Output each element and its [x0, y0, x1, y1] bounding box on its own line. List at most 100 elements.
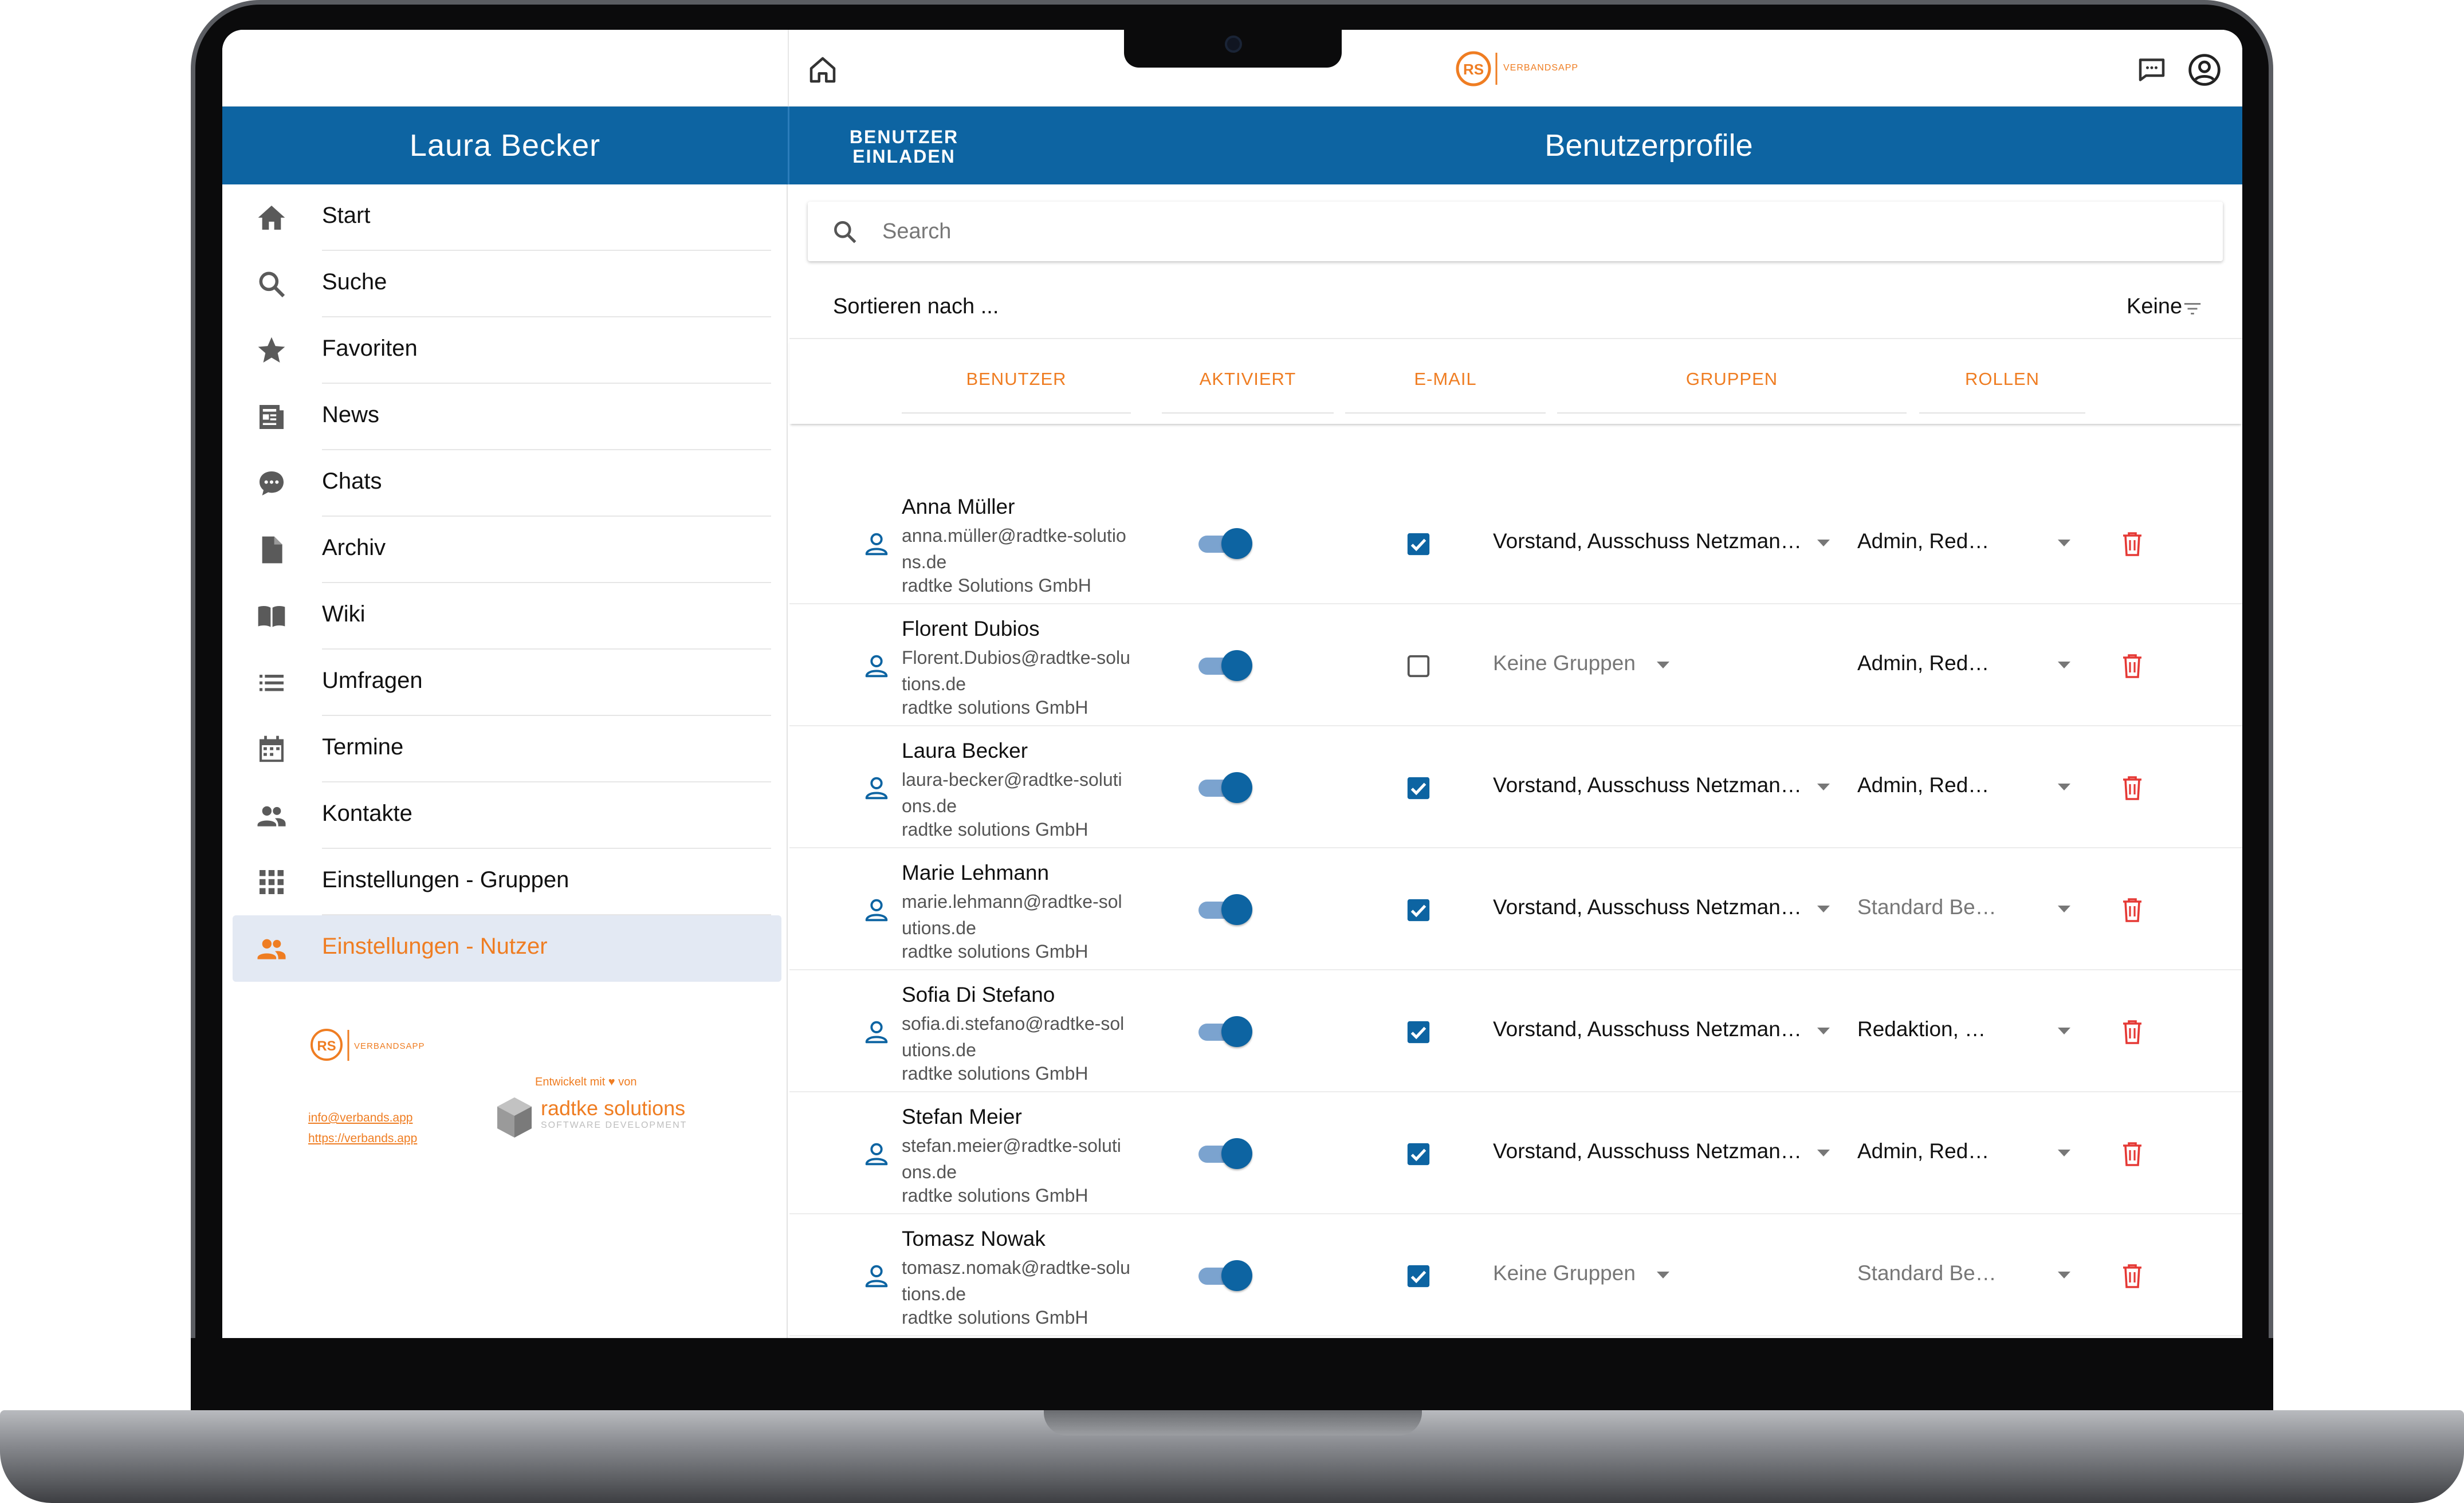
delete-icon[interactable]	[2120, 529, 2145, 558]
radtke-company-subtitle: SOFTWARE DEVELOPMENT	[541, 1120, 687, 1130]
dropdown-arrow-icon[interactable]	[2057, 660, 2072, 670]
groups-select[interactable]: Vorstand, Ausschuss Netzman…	[1493, 773, 1802, 797]
sidebar-item-start[interactable]: Start	[233, 184, 781, 251]
screen: RS VERBANDSAPP Laura Becker BENUTZER EIN…	[222, 30, 2242, 1338]
groups-select[interactable]: Vorstand, Ausschuss Netzman…	[1493, 895, 1802, 919]
roles-select[interactable]: Admin, Red…	[1857, 1139, 1989, 1163]
dropdown-arrow-icon[interactable]	[2057, 1148, 2072, 1158]
user-outline-icon	[865, 777, 888, 800]
sidebar-item-umfragen[interactable]: Umfragen	[233, 650, 781, 716]
user-company: radtke solutions GmbH	[902, 1307, 1088, 1328]
search-icon	[259, 272, 285, 298]
email-checkbox-unchecked[interactable]	[1405, 653, 1432, 679]
activated-toggle[interactable]	[1198, 528, 1252, 559]
account-button[interactable]	[2186, 52, 2223, 88]
delete-icon[interactable]	[2120, 895, 2145, 924]
groups-select[interactable]: Vorstand, Ausschuss Netzman…	[1493, 1017, 1802, 1041]
sidebar-item-favoriten[interactable]: Favoriten	[233, 317, 781, 384]
roles-select[interactable]: Admin, Red…	[1857, 773, 1989, 797]
groups-select[interactable]: Keine Gruppen	[1493, 651, 1636, 675]
dropdown-arrow-icon[interactable]	[1816, 1148, 1831, 1158]
sidebar-item-einstellungen-gruppen[interactable]: Einstellungen - Gruppen	[233, 849, 781, 915]
delete-icon[interactable]	[2120, 773, 2145, 802]
users-icon	[257, 939, 286, 959]
dropdown-arrow-icon[interactable]	[1816, 538, 1831, 548]
column-header-gruppen[interactable]: GRUPPEN	[1557, 369, 1907, 389]
activated-toggle[interactable]	[1198, 1016, 1252, 1047]
dropdown-arrow-icon[interactable]	[2057, 782, 2072, 792]
user-email: laura-becker@radtke-solutions.de	[902, 769, 1122, 816]
groups-select[interactable]: Vorstand, Ausschuss Netzman…	[1493, 529, 1802, 553]
delete-icon[interactable]	[2120, 651, 2145, 680]
footer-email-link[interactable]: info@verbands.app	[308, 1108, 417, 1128]
groups-select[interactable]: Keine Gruppen	[1493, 1261, 1636, 1285]
sidebar-item-news[interactable]: News	[233, 384, 781, 450]
roles-select[interactable]: Admin, Red…	[1857, 651, 1989, 675]
roles-select[interactable]: Admin, Red…	[1857, 529, 1989, 553]
home-button[interactable]	[805, 53, 840, 87]
search-input[interactable]	[882, 214, 2143, 249]
sidebar-item-wiki[interactable]: Wiki	[233, 583, 781, 650]
verbandsapp-logo-text: VERBANDSAPP	[1503, 63, 1579, 73]
column-header-email[interactable]: E-MAIL	[1345, 369, 1546, 389]
dropdown-arrow-icon[interactable]	[2057, 538, 2072, 548]
document-icon	[262, 536, 282, 564]
email-checkbox-checked[interactable]	[1405, 1141, 1432, 1167]
radtke-logo-icon	[492, 1093, 537, 1144]
roles-select[interactable]: Standard Be…	[1857, 1261, 1997, 1285]
topbar-divider	[788, 30, 789, 107]
dropdown-arrow-icon[interactable]	[2057, 1270, 2072, 1280]
filter-list-icon[interactable]	[2183, 300, 2202, 317]
user-company: radtke solutions GmbH	[902, 819, 1088, 840]
page-title: Benutzerprofile	[1545, 128, 1753, 163]
dropdown-arrow-icon[interactable]	[1816, 904, 1831, 914]
email-checkbox-checked[interactable]	[1405, 531, 1432, 557]
invite-users-button[interactable]: BENUTZER EINLADEN	[830, 127, 978, 173]
sidebar-item-chats[interactable]: Chats	[233, 450, 781, 517]
email-checkbox-checked[interactable]	[1405, 1263, 1432, 1289]
activated-toggle[interactable]	[1198, 1260, 1252, 1291]
dropdown-arrow-icon[interactable]	[2057, 1026, 2072, 1036]
toggle-knob	[1221, 1016, 1252, 1047]
delete-icon[interactable]	[2120, 1139, 2145, 1168]
column-header-benutzer[interactable]: BENUTZER	[902, 369, 1131, 389]
sidebar-item-label: Kontakte	[322, 801, 412, 826]
dropdown-arrow-icon[interactable]	[1656, 1270, 1671, 1280]
toggle-knob	[1221, 772, 1252, 803]
activated-toggle[interactable]	[1198, 894, 1252, 925]
calendar-icon	[260, 735, 284, 762]
activated-toggle[interactable]	[1198, 650, 1252, 681]
column-underline	[1919, 412, 2085, 414]
footer-website-link[interactable]: https://verbands.app	[308, 1128, 417, 1149]
delete-icon[interactable]	[2120, 1017, 2145, 1046]
email-checkbox-checked[interactable]	[1405, 775, 1432, 801]
dropdown-arrow-icon[interactable]	[1656, 660, 1671, 670]
sort-label: Sortieren nach ...	[833, 294, 999, 318]
dropdown-arrow-icon[interactable]	[2057, 904, 2072, 914]
dropdown-arrow-icon[interactable]	[1816, 782, 1831, 792]
delete-icon[interactable]	[2120, 1261, 2145, 1290]
sidebar-item-termine[interactable]: Termine	[233, 716, 781, 782]
table-row: Anna Müller anna.müller@radtke-solutions…	[789, 482, 2242, 604]
sidebar-item-archiv[interactable]: Archiv	[233, 517, 781, 583]
sort-select[interactable]: Keine	[2127, 294, 2182, 319]
sidebar-item-einstellungen-nutzer[interactable]: Einstellungen - Nutzer	[233, 915, 781, 982]
grid-icon	[260, 870, 284, 894]
email-checkbox-checked[interactable]	[1405, 1019, 1432, 1045]
dropdown-arrow-icon[interactable]	[1816, 1026, 1831, 1036]
messages-button[interactable]	[2135, 53, 2169, 87]
activated-toggle[interactable]	[1198, 1138, 1252, 1169]
toggle-knob	[1221, 1138, 1252, 1169]
sidebar-item-label: Termine	[322, 734, 404, 760]
sidebar-item-suche[interactable]: Suche	[233, 251, 781, 317]
email-checkbox-checked[interactable]	[1405, 897, 1432, 923]
laptop-chin	[191, 1338, 2273, 1410]
groups-select[interactable]: Vorstand, Ausschuss Netzman…	[1493, 1139, 1802, 1163]
column-header-rollen[interactable]: ROLLEN	[1919, 369, 2085, 389]
sidebar-item-kontakte[interactable]: Kontakte	[233, 782, 781, 849]
roles-select[interactable]: Standard Be…	[1857, 895, 1997, 919]
roles-select[interactable]: Redaktion, …	[1857, 1017, 1986, 1041]
contacts-icon	[257, 806, 286, 827]
activated-toggle[interactable]	[1198, 772, 1252, 803]
column-header-aktiviert[interactable]: AKTIVIERT	[1162, 369, 1334, 389]
